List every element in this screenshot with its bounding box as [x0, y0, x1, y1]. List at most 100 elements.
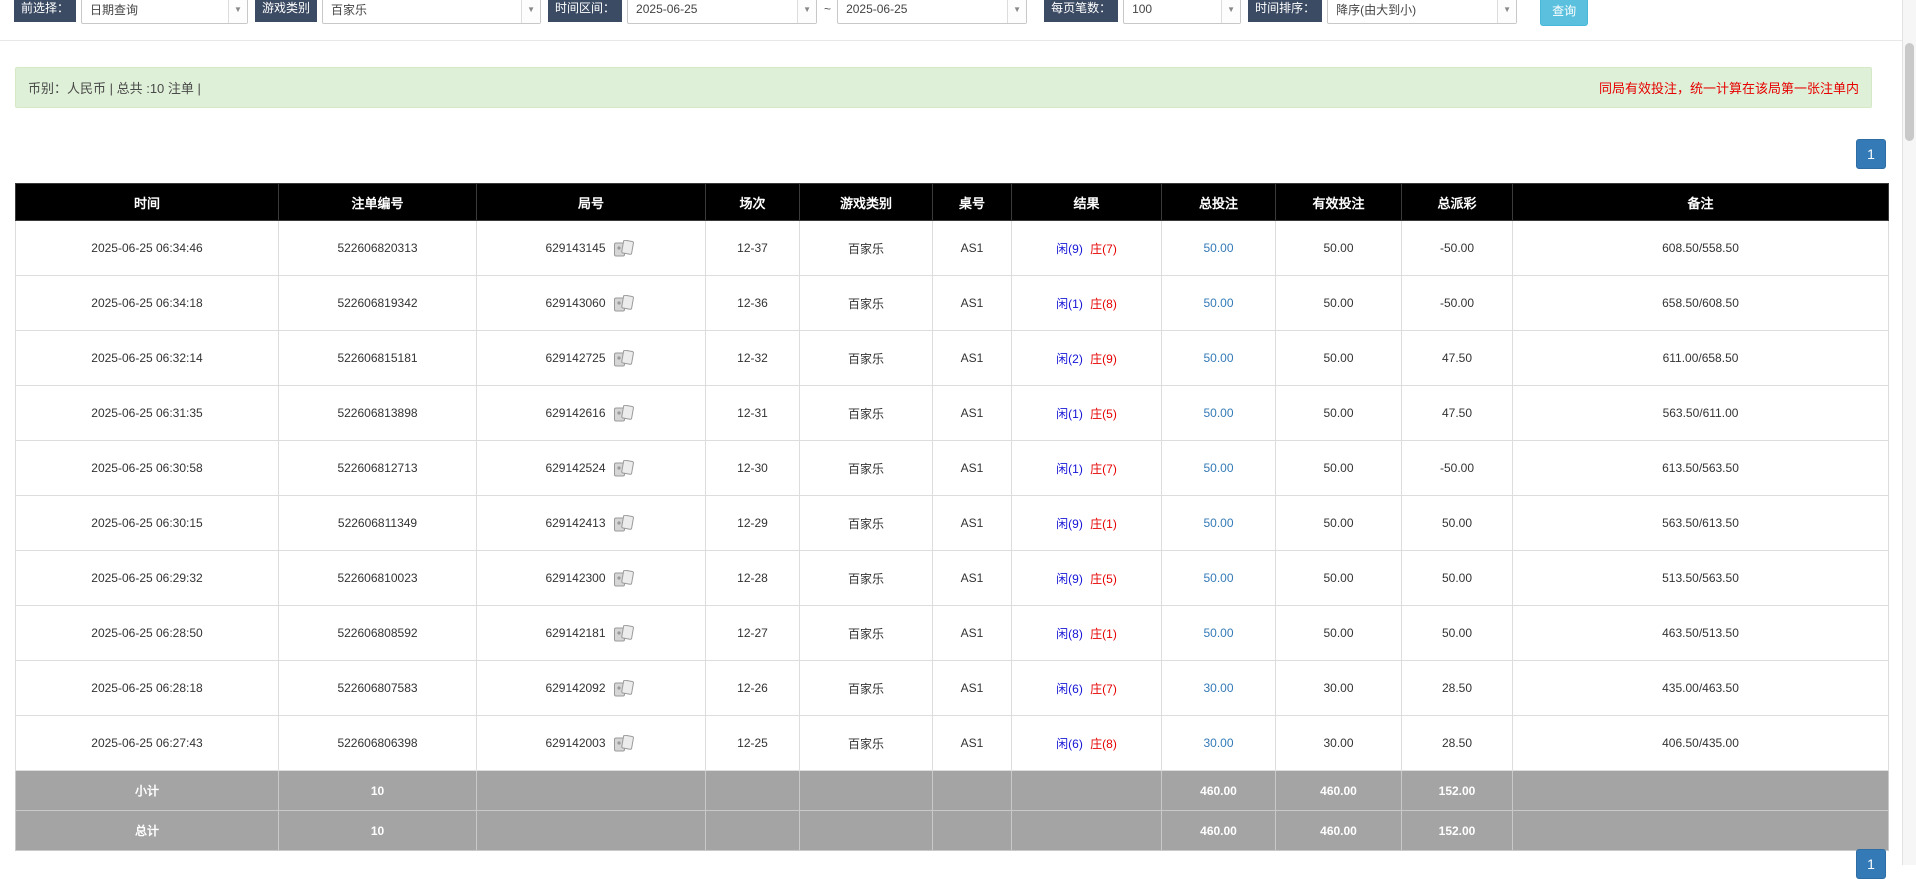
- round-id-cell: 629142616: [477, 386, 706, 441]
- time-cell: 2025-06-25 06:27:43: [16, 716, 279, 771]
- cards-icon[interactable]: [613, 680, 637, 697]
- table-body: 2025-06-25 06:34:46 522606820313 6291431…: [16, 221, 1889, 771]
- result-cell: 闲(6) 庄(7): [1012, 661, 1162, 716]
- total-valid-bet: 460.00: [1276, 811, 1402, 851]
- bets-table-container: 时间 注单编号 局号 场次 游戏类别 桌号 结果 总投注 有效投注 总派彩 备注…: [15, 183, 1889, 851]
- bet-id-cell: 522606813898: [279, 386, 477, 441]
- subtotal-count: 10: [279, 771, 477, 811]
- currency-summary: 币别：人民币 | 总共 :10 注单 |: [28, 78, 201, 97]
- remark-cell: 613.50/563.50: [1513, 441, 1889, 496]
- remark-cell: 513.50/563.50: [1513, 551, 1889, 606]
- filter-label-sort: 时间排序：: [1248, 0, 1322, 22]
- cards-icon[interactable]: [613, 570, 637, 587]
- table-header: 时间 注单编号 局号 场次 游戏类别 桌号 结果 总投注 有效投注 总派彩 备注: [16, 184, 1889, 221]
- pagesize-select[interactable]: 100 ▼: [1123, 0, 1241, 24]
- result-cell: 闲(1) 庄(8): [1012, 276, 1162, 331]
- banker-result: 庄(9): [1090, 352, 1117, 366]
- round-id-value: 629142725: [545, 351, 605, 365]
- payout-cell: -50.00: [1402, 441, 1513, 496]
- valid-bet-cell: 30.00: [1276, 716, 1402, 771]
- round-id-value: 629143060: [545, 296, 605, 310]
- pagination-page-1-top[interactable]: 1: [1856, 139, 1886, 169]
- game-type-cell: 百家乐: [800, 606, 933, 661]
- table-no-cell: AS1: [933, 716, 1012, 771]
- bet-id-cell: 522606815181: [279, 331, 477, 386]
- total-bet-cell: 50.00: [1162, 496, 1276, 551]
- chevron-down-icon: ▼: [1007, 0, 1026, 23]
- table-row: 2025-06-25 06:28:18 522606807583 6291420…: [16, 661, 1889, 716]
- remark-cell: 611.00/658.50: [1513, 331, 1889, 386]
- filter-label-range: 时间区间：: [548, 0, 622, 22]
- game-type-select[interactable]: 百家乐 ▼: [322, 0, 541, 24]
- game-type-cell: 百家乐: [800, 716, 933, 771]
- cards-icon[interactable]: [613, 240, 637, 257]
- game-type-cell: 百家乐: [800, 386, 933, 441]
- round-id-cell: 629142413: [477, 496, 706, 551]
- cards-icon[interactable]: [613, 735, 637, 752]
- total-bet-link[interactable]: 30.00: [1203, 736, 1233, 750]
- filter-label-select: 前选择：: [14, 0, 76, 22]
- total-bet-link[interactable]: 50.00: [1203, 296, 1233, 310]
- total-row: 总计 10 460.00 460.00 152.00: [16, 811, 1889, 851]
- cards-icon[interactable]: [613, 405, 637, 422]
- payout-cell: 47.50: [1402, 331, 1513, 386]
- subtotal-payout: 152.00: [1402, 771, 1513, 811]
- time-cell: 2025-06-25 06:34:18: [16, 276, 279, 331]
- result-cell: 闲(8) 庄(1): [1012, 606, 1162, 661]
- session-cell: 12-36: [706, 276, 800, 331]
- table-no-cell: AS1: [933, 386, 1012, 441]
- round-id-cell: 629142725: [477, 331, 706, 386]
- total-bet-link[interactable]: 50.00: [1203, 406, 1233, 420]
- cards-icon[interactable]: [613, 460, 637, 477]
- game-type-cell: 百家乐: [800, 331, 933, 386]
- cards-icon[interactable]: [613, 350, 637, 367]
- remark-cell: 608.50/558.50: [1513, 221, 1889, 276]
- sort-select[interactable]: 降序(由大到小) ▼: [1327, 0, 1517, 24]
- total-bet-link[interactable]: 50.00: [1203, 241, 1233, 255]
- table-no-cell: AS1: [933, 221, 1012, 276]
- total-bet-link[interactable]: 50.00: [1203, 351, 1233, 365]
- player-result: 闲(1): [1056, 297, 1083, 311]
- round-id-value: 629142524: [545, 461, 605, 475]
- bet-id-cell: 522606819342: [279, 276, 477, 331]
- date-to-value: 2025-06-25: [846, 2, 907, 16]
- search-button[interactable]: 查询: [1540, 0, 1588, 26]
- payout-cell: -50.00: [1402, 221, 1513, 276]
- date-from-select[interactable]: 2025-06-25 ▼: [627, 0, 817, 24]
- total-bet-link[interactable]: 50.00: [1203, 626, 1233, 640]
- cards-icon[interactable]: [613, 295, 637, 312]
- cards-icon[interactable]: [613, 625, 637, 642]
- round-id-cell: 629142524: [477, 441, 706, 496]
- payout-cell: 47.50: [1402, 386, 1513, 441]
- round-id-cell: 629142092: [477, 661, 706, 716]
- table-row: 2025-06-25 06:30:15 522606811349 6291424…: [16, 496, 1889, 551]
- date-range-tilde: ~: [824, 2, 831, 16]
- table-footer: 小计 10 460.00 460.00 152.00 总计 10 460.00 …: [16, 771, 1889, 851]
- valid-bet-cell: 50.00: [1276, 386, 1402, 441]
- game-type-cell: 百家乐: [800, 221, 933, 276]
- remark-cell: 563.50/611.00: [1513, 386, 1889, 441]
- table-row: 2025-06-25 06:29:32 522606810023 6291423…: [16, 551, 1889, 606]
- date-to-select[interactable]: 2025-06-25 ▼: [837, 0, 1027, 24]
- header-game-type: 游戏类别: [800, 184, 933, 221]
- date-from-value: 2025-06-25: [636, 2, 697, 16]
- round-id-value: 629143145: [545, 241, 605, 255]
- query-type-select[interactable]: 日期查询 ▼: [81, 0, 248, 24]
- banker-result: 庄(7): [1090, 462, 1117, 476]
- scrollbar-thumb[interactable]: [1905, 43, 1914, 141]
- player-result: 闲(1): [1056, 462, 1083, 476]
- total-bet-link[interactable]: 30.00: [1203, 681, 1233, 695]
- table-row: 2025-06-25 06:34:18 522606819342 6291430…: [16, 276, 1889, 331]
- table-row: 2025-06-25 06:31:35 522606813898 6291426…: [16, 386, 1889, 441]
- player-result: 闲(6): [1056, 682, 1083, 696]
- total-bet-link[interactable]: 50.00: [1203, 461, 1233, 475]
- scrollbar[interactable]: [1902, 0, 1916, 865]
- total-payout: 152.00: [1402, 811, 1513, 851]
- remark-cell: 435.00/463.50: [1513, 661, 1889, 716]
- cards-icon[interactable]: [613, 515, 637, 532]
- header-table-no: 桌号: [933, 184, 1012, 221]
- pagination-page-1-bottom[interactable]: 1: [1856, 849, 1886, 879]
- total-bet-link[interactable]: 50.00: [1203, 571, 1233, 585]
- valid-bet-cell: 50.00: [1276, 496, 1402, 551]
- total-bet-link[interactable]: 50.00: [1203, 516, 1233, 530]
